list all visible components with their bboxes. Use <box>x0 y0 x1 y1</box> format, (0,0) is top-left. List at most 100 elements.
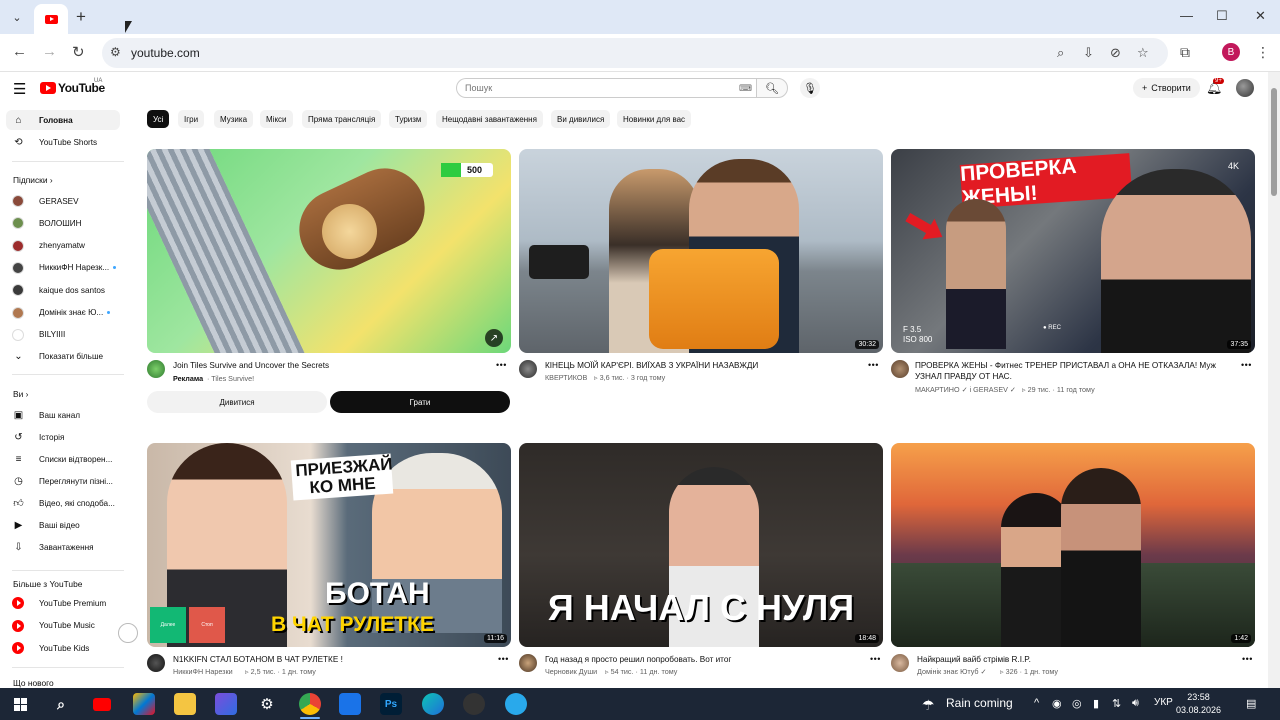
sidebar-item-channel[interactable]: ▣ Ваш канал <box>6 405 120 425</box>
bookmark-star-icon[interactable]: ☆ <box>1137 45 1149 61</box>
outlook-icon[interactable] <box>339 693 361 715</box>
sidebar-item-shorts[interactable]: ⟲ YouTube Shorts <box>6 132 120 152</box>
maximize-button[interactable]: ☐ <box>1216 8 1228 24</box>
tracking-protection-icon[interactable]: ⊘ <box>1110 45 1121 61</box>
sidebar-subscription-item[interactable]: НиккиФН Нарезк... <box>6 258 120 278</box>
video-thumbnail[interactable]: ПРИЕЗЖАЙ КО МНЕ БОТАН В ЧАТ РУЛЕТКЕ Дале… <box>147 443 511 647</box>
video-title[interactable]: Найкращий вайб стрімів R.I.P. <box>917 654 1237 665</box>
search-box[interactable]: ⌨ <box>456 78 756 98</box>
more-options-icon[interactable]: ••• <box>1241 360 1252 370</box>
sidebar-subscription-item[interactable]: Домінік знає Ю... <box>6 303 120 323</box>
app-icon[interactable] <box>215 693 237 715</box>
video-title[interactable]: ПРОВЕРКА ЖЕНЫ - Фитнес ТРЕНЕР ПРИСТАВАЛ … <box>915 360 1241 382</box>
obs-icon[interactable] <box>463 693 485 715</box>
reload-button[interactable]: ↻ <box>72 43 85 61</box>
minimize-button[interactable]: — <box>1180 8 1193 23</box>
menu-hamburger-icon[interactable]: ☰ <box>13 80 26 98</box>
filter-chip[interactable]: Пряма трансляція <box>302 110 382 128</box>
browser-menu-icon[interactable]: ⋮ <box>1256 44 1270 61</box>
tab-youtube[interactable] <box>34 4 68 34</box>
telegram-icon[interactable] <box>505 693 527 715</box>
tray-overflow-icon[interactable]: ^ <box>1034 697 1039 709</box>
more-options-icon[interactable]: ••• <box>868 360 879 370</box>
channel-name[interactable]: МАКАРТИНО ✓ і GERASEV ✓ <box>915 385 1016 394</box>
channel-avatar[interactable] <box>519 360 537 378</box>
file-explorer-icon[interactable] <box>174 693 196 715</box>
play-button[interactable]: Грати <box>330 391 510 413</box>
you-heading[interactable]: Ви › <box>13 389 28 399</box>
sidebar-item-downloads[interactable]: ⇩ Завантаження <box>6 537 120 557</box>
site-info-icon[interactable]: ⚙ <box>110 45 121 59</box>
subscriptions-heading[interactable]: Підписки › <box>13 175 53 185</box>
back-button[interactable]: ← <box>12 43 27 60</box>
sidebar-item-your-videos[interactable]: ▶ Ваші відео <box>6 515 120 535</box>
sidebar-subscription-item[interactable]: GERASEV <box>6 191 120 211</box>
sidebar-item-youtube-service[interactable]: YouTube Kids <box>6 638 120 658</box>
sidebar-item-youtube-service[interactable]: YouTube Music <box>6 616 120 636</box>
account-avatar[interactable] <box>1236 79 1254 97</box>
channel-name[interactable]: Черновик Души <box>545 667 597 676</box>
photoshop-icon[interactable]: Ps <box>380 693 402 715</box>
filter-chip[interactable]: Туризм <box>389 110 428 128</box>
video-thumbnail[interactable]: 1:42 <box>891 443 1255 647</box>
close-window-button[interactable]: ✕ <box>1255 8 1266 24</box>
show-more-button[interactable]: ⌄ Показати більше <box>6 346 120 366</box>
sidebar-item-liked[interactable]: 👍︎ Відео, які сподоба... <box>6 493 120 513</box>
filter-chip[interactable]: Музика <box>214 110 254 128</box>
more-options-icon[interactable]: ••• <box>496 360 507 370</box>
search-icon[interactable]: ⌕ <box>50 693 72 715</box>
voice-search-button[interactable]: 🎙︎ <box>800 78 820 98</box>
tray-telegram-icon[interactable]: ◉ <box>1052 697 1062 710</box>
copilot-icon[interactable] <box>133 693 155 715</box>
filter-chip[interactable]: Мікси <box>260 110 293 128</box>
video-title[interactable]: Год назад я просто решил попробовать. Во… <box>545 654 865 665</box>
sidebar-item-youtube-service[interactable]: YouTube Premium <box>6 593 120 613</box>
zoom-icon[interactable]: ⌕ <box>1057 45 1064 61</box>
more-options-icon[interactable]: ••• <box>1242 654 1253 664</box>
search-input[interactable] <box>465 83 725 93</box>
tray-mic-icon[interactable]: ▮ <box>1093 697 1099 710</box>
channel-avatar[interactable] <box>519 654 537 672</box>
video-thumbnail[interactable]: 30:32 <box>519 149 883 353</box>
system-clock[interactable]: 23:58 03.08.2026 <box>1176 691 1221 717</box>
volume-icon[interactable]: 🔊︎ <box>1132 697 1139 710</box>
youtube-app-icon[interactable] <box>91 693 113 715</box>
watch-button[interactable]: Дивитися <box>147 391 327 413</box>
network-icon[interactable]: ⇅ <box>1112 697 1121 710</box>
channel-name[interactable]: Домінік знає Ютуб ✓ <box>917 667 987 676</box>
new-tab-button[interactable]: + <box>76 7 86 27</box>
notifications-center-icon[interactable]: ▤ <box>1246 697 1256 710</box>
address-bar[interactable]: ⚙ youtube.com ⌕ ⇩ ⊘ ☆ <box>102 38 1168 68</box>
filter-chip[interactable]: Ви дивилися <box>551 110 611 128</box>
create-button[interactable]: + Створити <box>1133 78 1200 98</box>
sidebar-item-watch-later[interactable]: ◷ Переглянути пізні... <box>6 471 120 491</box>
profile-avatar[interactable]: B <box>1222 43 1240 61</box>
video-thumbnail[interactable]: Я НАЧАЛ С НУЛЯ 18:48 <box>519 443 883 647</box>
filter-chip[interactable]: Ігри <box>178 110 205 128</box>
forward-button[interactable]: → <box>42 43 57 60</box>
channel-name[interactable]: КВЕРТИКОВ <box>545 373 587 382</box>
channel-avatar[interactable] <box>891 360 909 378</box>
search-button[interactable]: 🔍︎ <box>756 78 788 98</box>
more-options-icon[interactable]: ••• <box>870 654 881 664</box>
keyboard-icon[interactable]: ⌨ <box>739 83 752 94</box>
edge-icon[interactable] <box>422 693 444 715</box>
video-thumbnail[interactable]: ПРОВЕРКА ЖЕНЫ! 4K F 3.5 ISO 800 ● REC 37:… <box>891 149 1255 353</box>
video-title[interactable]: КІНЕЦЬ МОЇЙ КАР'ЄРІ. ВИЇХАВ З УКРАЇНИ НА… <box>545 360 865 371</box>
sidebar-subscription-item[interactable]: kaique dos santos <box>6 280 120 300</box>
more-options-icon[interactable]: ••• <box>498 654 509 664</box>
filter-chip[interactable]: Усі <box>147 110 170 128</box>
sidebar-subscription-item[interactable]: zhenyamatw <box>6 236 120 256</box>
sidebar-subscription-item[interactable]: ВОЛОШИН <box>6 213 120 233</box>
page-scrollbar[interactable] <box>1268 72 1280 688</box>
scrollbar-thumb[interactable] <box>1271 88 1277 196</box>
settings-gear-icon[interactable]: ⚙ <box>256 693 278 715</box>
weather-text[interactable]: Rain coming <box>946 696 1013 710</box>
chrome-icon[interactable] <box>299 693 321 715</box>
external-link-icon[interactable]: ↗ <box>485 329 503 347</box>
video-thumbnail[interactable]: 500 ↗ <box>147 149 511 353</box>
filter-chip[interactable]: Новинки для вас <box>617 110 692 128</box>
extensions-icon[interactable]: ⧉ <box>1180 44 1190 61</box>
advertiser-name[interactable]: · Tiles Survive! <box>207 374 254 383</box>
channel-avatar[interactable] <box>147 654 165 672</box>
